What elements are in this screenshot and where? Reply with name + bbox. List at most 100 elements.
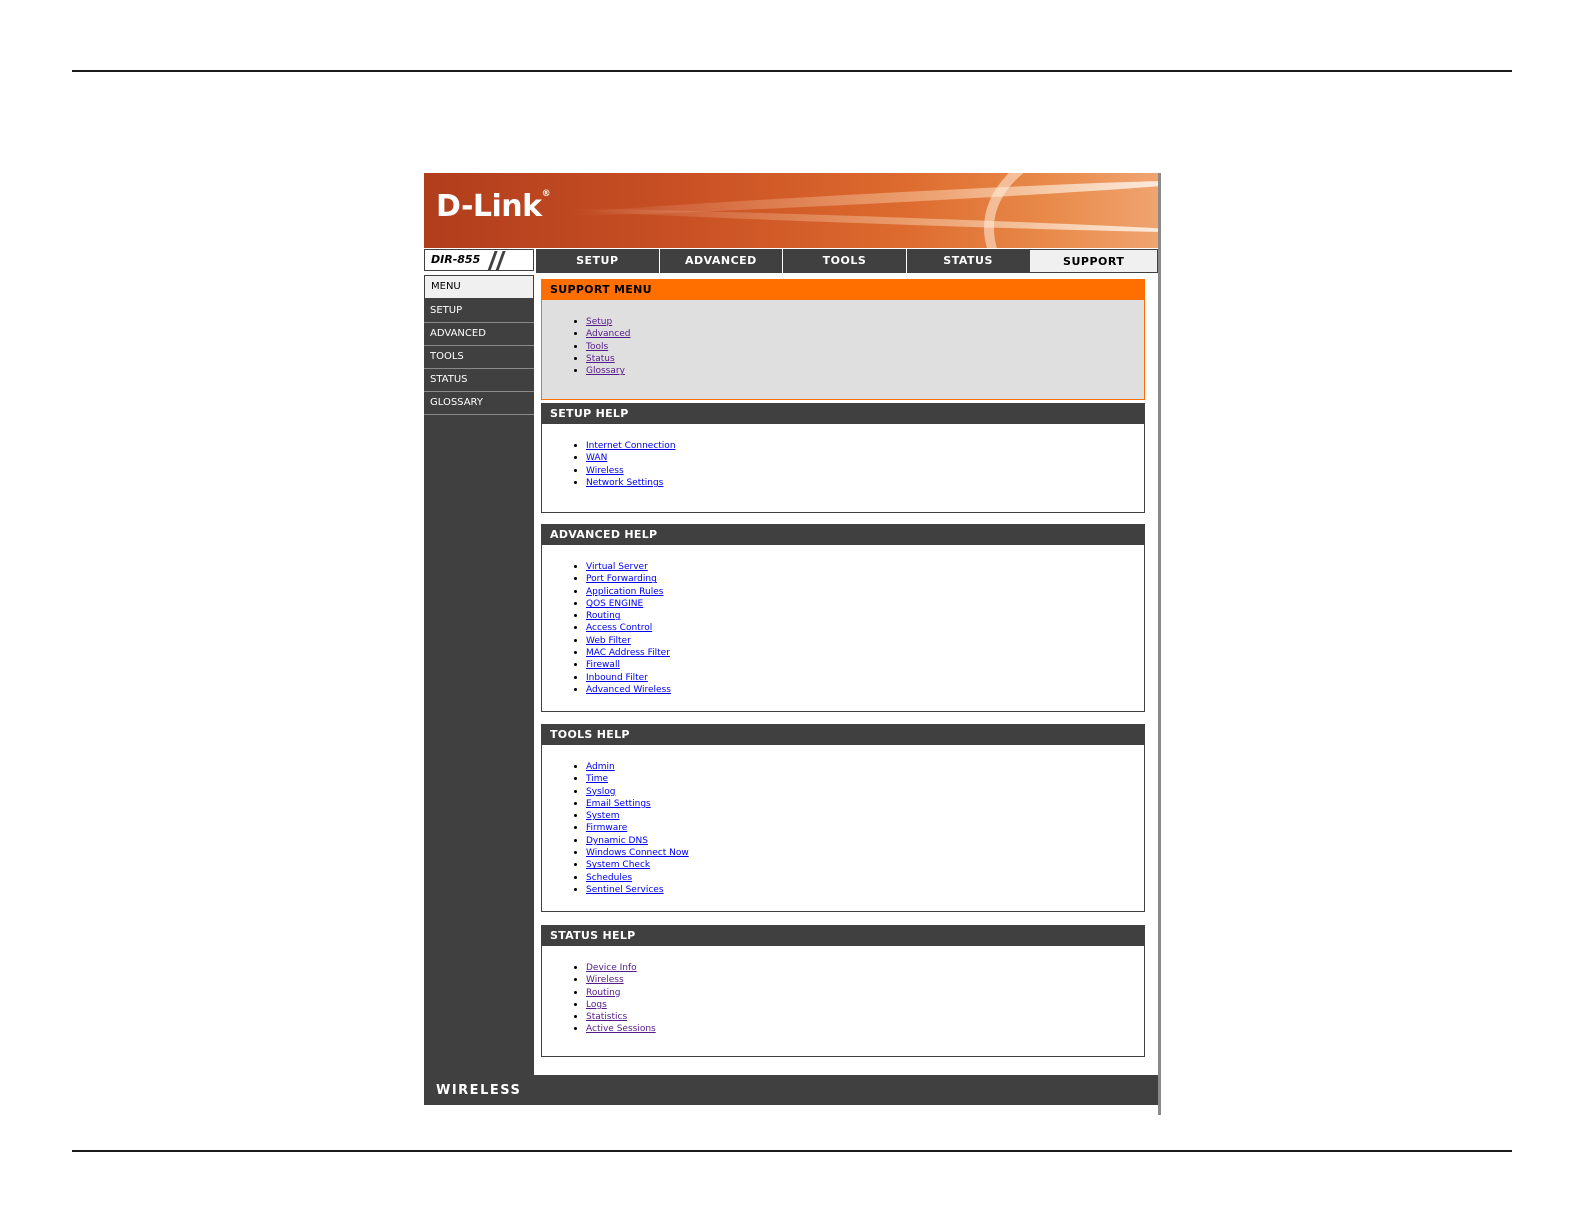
list-item: Device Info [586, 962, 1144, 974]
link-qos-engine[interactable]: QOS ENGINE [586, 599, 643, 609]
list-item: Admin [586, 761, 1144, 773]
list-item: Firewall [586, 659, 1144, 671]
list-item: Web Filter [586, 635, 1144, 647]
link-port-forwarding[interactable]: Port Forwarding [586, 574, 657, 584]
link-system[interactable]: System [586, 811, 620, 821]
tab-setup[interactable]: SETUP [535, 249, 659, 273]
tab-tools[interactable]: TOOLS [782, 249, 906, 273]
list-item: Active Sessions [586, 1023, 1144, 1035]
link-web-filter[interactable]: Web Filter [586, 636, 631, 646]
header-banner: D-Link® [424, 173, 1158, 248]
sidebar-item-setup[interactable]: SETUP [424, 300, 534, 323]
setup-help-link-list: Internet Connection WAN Wireless Network Se… [542, 440, 1144, 489]
list-item: Advanced [586, 328, 1144, 340]
advanced-help-panel: ADVANCED HELP Virtual Server Port Forwardi… [541, 524, 1145, 712]
list-item: WAN [586, 452, 1144, 464]
list-item: QOS ENGINE [586, 598, 1144, 610]
sidebar-item-status[interactable]: STATUS [424, 369, 534, 392]
link-glossary[interactable]: Glossary [586, 366, 625, 376]
sidebar: MENU SETUP ADVANCED TOOLS STATUS GLOSSARY [424, 275, 534, 1075]
router-ui-screenshot: D-Link® DIR-855 SETUP ADVANCED TOOLS STATUS… [424, 173, 1161, 1115]
link-schedules[interactable]: Schedules [586, 873, 632, 883]
status-help-header: STATUS HELP [542, 926, 1144, 946]
tools-help-panel: TOOLS HELP Admin Time Syslog Email Settings S… [541, 724, 1145, 912]
tools-help-link-list: Admin Time Syslog Email Settings System Firmw… [542, 761, 1144, 896]
link-time[interactable]: Time [586, 774, 608, 784]
support-menu-link-list: Setup Advanced Tools Status Glossary [542, 316, 1144, 377]
list-item: Firmware [586, 822, 1144, 834]
link-admin[interactable]: Admin [586, 762, 615, 772]
list-item: Email Settings [586, 798, 1144, 810]
link-access-control[interactable]: Access Control [586, 623, 652, 633]
list-item: Wireless [586, 465, 1144, 477]
support-menu-header: SUPPORT MENU [542, 280, 1144, 300]
link-system-check[interactable]: System Check [586, 860, 650, 870]
list-item: Tools [586, 341, 1144, 353]
link-windows-connect-now[interactable]: Windows Connect Now [586, 848, 689, 858]
sidebar-item-menu[interactable]: MENU [424, 275, 534, 299]
model-name: DIR-855 [431, 253, 481, 266]
link-application-rules[interactable]: Application Rules [586, 587, 663, 597]
list-item: Time [586, 773, 1144, 785]
link-advanced-wireless[interactable]: Advanced Wireless [586, 685, 671, 695]
list-item: Virtual Server [586, 561, 1144, 573]
link-syslog[interactable]: Syslog [586, 787, 615, 797]
list-item: System Check [586, 859, 1144, 871]
list-item: Glossary [586, 365, 1144, 377]
link-firmware[interactable]: Firmware [586, 823, 627, 833]
slash-decoration [495, 251, 506, 271]
list-item: Syslog [586, 786, 1144, 798]
link-advanced[interactable]: Advanced [586, 329, 630, 339]
list-item: MAC Address Filter [586, 647, 1144, 659]
sidebar-item-glossary[interactable]: GLOSSARY [424, 392, 534, 415]
link-email-settings[interactable]: Email Settings [586, 799, 651, 809]
link-routing[interactable]: Routing [586, 988, 621, 998]
link-dynamic-dns[interactable]: Dynamic DNS [586, 836, 648, 846]
link-statistics[interactable]: Statistics [586, 1012, 627, 1022]
list-item: Dynamic DNS [586, 835, 1144, 847]
link-setup[interactable]: Setup [586, 317, 612, 327]
model-badge: DIR-855 [424, 249, 534, 271]
link-active-sessions[interactable]: Active Sessions [586, 1024, 656, 1034]
nav-row: DIR-855 SETUP ADVANCED TOOLS STATUS SUPPORT [424, 249, 1158, 273]
list-item: Network Settings [586, 477, 1144, 489]
list-item: Access Control [586, 622, 1144, 634]
tab-advanced[interactable]: ADVANCED [658, 249, 783, 273]
link-routing[interactable]: Routing [586, 611, 621, 621]
link-logs[interactable]: Logs [586, 1000, 607, 1010]
list-item: Routing [586, 610, 1144, 622]
list-item: System [586, 810, 1144, 822]
page-top-rule [72, 70, 1512, 72]
support-menu-panel: SUPPORT MENU Setup Advanced Tools Status Glos… [541, 279, 1145, 400]
page-bottom-rule [72, 1150, 1512, 1152]
link-network-settings[interactable]: Network Settings [586, 478, 663, 488]
list-item: Advanced Wireless [586, 684, 1144, 696]
link-virtual-server[interactable]: Virtual Server [586, 562, 648, 572]
link-inbound-filter[interactable]: Inbound Filter [586, 673, 648, 683]
list-item: Routing [586, 987, 1144, 999]
link-tools[interactable]: Tools [586, 342, 608, 352]
list-item: Sentinel Services [586, 884, 1144, 896]
link-wan[interactable]: WAN [586, 453, 607, 463]
setup-help-header: SETUP HELP [542, 404, 1144, 424]
list-item: Setup [586, 316, 1144, 328]
link-sentinel-services[interactable]: Sentinel Services [586, 885, 664, 895]
footer-bar: WIRELESS [424, 1075, 1158, 1105]
list-item: Internet Connection [586, 440, 1144, 452]
link-status[interactable]: Status [586, 354, 615, 364]
sidebar-item-tools[interactable]: TOOLS [424, 346, 534, 369]
link-device-info[interactable]: Device Info [586, 963, 637, 973]
advanced-help-link-list: Virtual Server Port Forwarding Application… [542, 561, 1144, 696]
link-firewall[interactable]: Firewall [586, 660, 620, 670]
list-item: Status [586, 353, 1144, 365]
advanced-help-header: ADVANCED HELP [542, 525, 1144, 545]
link-mac-address-filter[interactable]: MAC Address Filter [586, 648, 670, 658]
link-internet-connection[interactable]: Internet Connection [586, 441, 676, 451]
dlink-logo: D-Link® [436, 189, 551, 224]
tab-support[interactable]: SUPPORT [1029, 249, 1158, 273]
link-wireless[interactable]: Wireless [586, 466, 624, 476]
list-item: Statistics [586, 1011, 1144, 1023]
sidebar-item-advanced[interactable]: ADVANCED [424, 323, 534, 346]
tab-status[interactable]: STATUS [905, 249, 1030, 273]
link-wireless[interactable]: Wireless [586, 975, 624, 985]
